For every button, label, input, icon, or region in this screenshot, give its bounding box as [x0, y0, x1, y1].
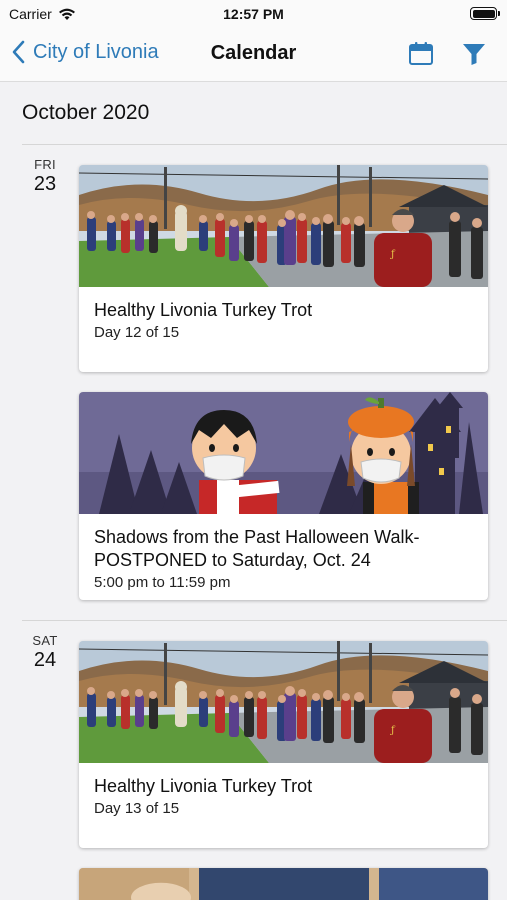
day-name: FRI	[34, 157, 56, 172]
battery-icon	[470, 7, 500, 20]
day-label: FRI 23	[22, 157, 68, 196]
event-subtitle: Day 13 of 15	[94, 800, 180, 817]
event-card[interactable]	[79, 868, 488, 900]
month-label: October 2020	[22, 101, 150, 124]
day-group: FRI 23 Healthy Livonia Turkey Trot Day 1…	[22, 144, 507, 620]
month-header: October 2020	[0, 82, 507, 144]
status-time: 12:57 PM	[223, 6, 284, 22]
filter-button[interactable]	[461, 41, 487, 72]
event-card[interactable]: Healthy Livonia Turkey Trot Day 12 of 15	[79, 165, 488, 372]
event-image	[79, 392, 488, 514]
day-number: 24	[33, 649, 57, 671]
event-title: Healthy Livonia Turkey Trot	[94, 300, 313, 320]
back-button[interactable]: City of Livonia	[12, 40, 159, 64]
event-image	[79, 868, 488, 900]
status-bar: Carrier 12:57 PM	[0, 0, 507, 28]
calendar-button[interactable]	[408, 41, 434, 72]
event-image	[79, 165, 488, 287]
event-card[interactable]: Healthy Livonia Turkey Trot Day 13 of 15	[79, 641, 488, 848]
back-button-label: City of Livonia	[33, 40, 159, 63]
event-title: Healthy Livonia Turkey Trot	[94, 776, 313, 796]
day-name: SAT	[32, 633, 58, 648]
chevron-left-icon	[12, 40, 25, 64]
day-group: SAT 24 Healthy Livonia Turkey Trot Day 1…	[22, 620, 507, 900]
day-label: SAT 24	[22, 633, 68, 672]
event-subtitle: 5:00 pm to 11:59 pm	[94, 574, 231, 591]
navigation-bar: City of Livonia Calendar	[0, 28, 507, 82]
filter-icon	[463, 44, 485, 65]
event-title: Shadows from the Past Halloween Walk- PO…	[94, 527, 420, 570]
calendar-icon	[409, 42, 433, 65]
day-number: 23	[33, 173, 57, 195]
event-subtitle: Day 12 of 15	[94, 324, 180, 341]
event-image	[79, 641, 488, 763]
event-card[interactable]: Shadows from the Past Halloween Walk- PO…	[79, 392, 488, 600]
